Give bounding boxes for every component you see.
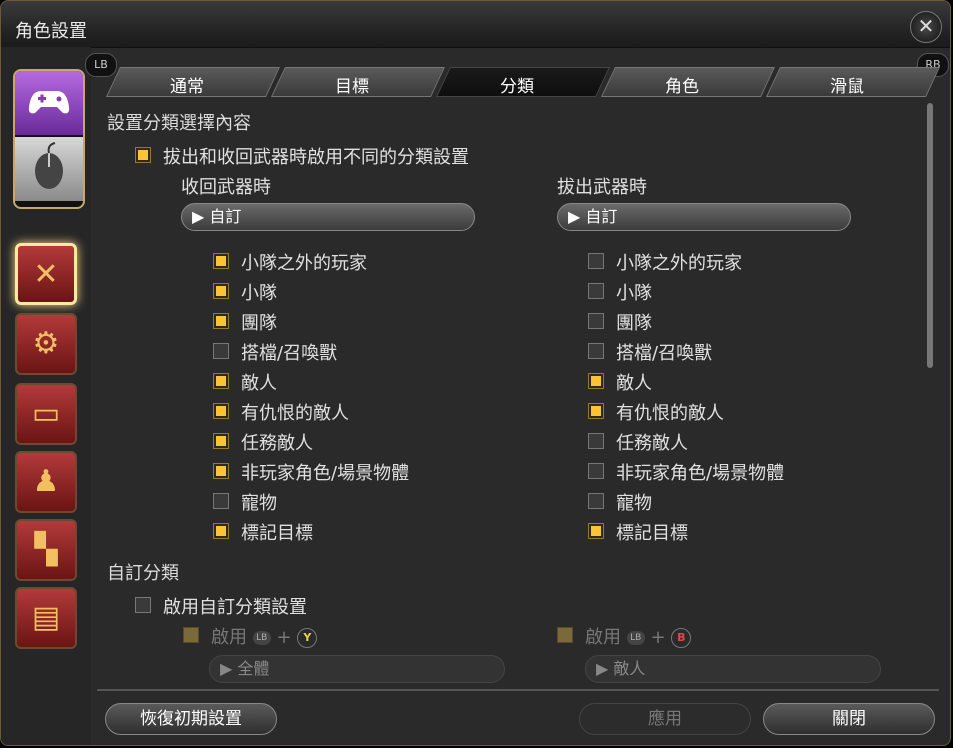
left-filter-checkbox[interactable] [213, 493, 229, 509]
right-filter-checkbox[interactable] [588, 523, 604, 539]
character-icon[interactable]: ♟ [15, 451, 77, 513]
left-filter-label: 有仇恨的敵人 [241, 403, 349, 424]
y-button-icon: Y [297, 628, 318, 648]
custom-right-label: 啟用 [585, 627, 621, 648]
left-filter-label: 標記目標 [241, 523, 313, 544]
left-filter-label: 搭檔/召喚獸 [241, 343, 338, 364]
left-filter-checkbox[interactable] [213, 313, 229, 329]
weapon-toggle-checkbox[interactable] [135, 147, 151, 163]
lb-mini-icon: LB [626, 631, 645, 645]
apply-button[interactable]: 應用 [579, 703, 751, 735]
custom-left-row: 啟用 LB + Y [211, 623, 318, 649]
mouse-icon[interactable] [15, 137, 83, 201]
tab-target-label: 目標 [335, 77, 369, 97]
right-filter-label: 有仇恨的敵人 [616, 403, 724, 424]
custom-filter-checkbox[interactable] [135, 597, 151, 613]
left-filter-checkbox[interactable] [213, 433, 229, 449]
tab-filter-label: 分類 [500, 77, 534, 97]
sheathed-dropdown[interactable]: ▶ 自訂 [181, 203, 475, 231]
plus-sign: + [650, 627, 666, 648]
crossed-arrows-icon[interactable]: ✕ [15, 243, 77, 305]
tab-character-label: 角色 [665, 77, 699, 97]
left-filter-checkbox[interactable] [213, 343, 229, 359]
close-icon[interactable]: ✕ [910, 11, 942, 43]
drawn-heading: 拔出武器時 [557, 177, 647, 198]
lb-mini-icon: LB [252, 631, 271, 645]
left-filter-checkbox[interactable] [213, 463, 229, 479]
gear-bag-icon[interactable]: ⚙ [15, 313, 77, 375]
left-filter-label: 敵人 [241, 373, 277, 394]
section-heading-filter: 設置分類選擇內容 [107, 113, 251, 134]
right-filter-checkbox[interactable] [588, 493, 604, 509]
checker-icon[interactable]: ▚ [15, 519, 77, 581]
custom-right-row: 啟用 LB + B [585, 623, 692, 649]
right-filter-checkbox[interactable] [588, 283, 604, 299]
custom-left-label: 啟用 [211, 627, 247, 648]
left-filter-checkbox[interactable] [213, 403, 229, 419]
drawn-dropdown[interactable]: ▶ 自訂 [557, 203, 851, 231]
right-filter-label: 搭檔/召喚獸 [616, 343, 713, 364]
custom-right-dropdown[interactable]: ▶ 敵人 [585, 655, 881, 683]
close-button[interactable]: 關閉 [763, 703, 935, 735]
window-title: 角色設置 [15, 21, 87, 42]
content-panel: 設置分類選擇內容 拔出和收回武器時啟用不同的分類設置 收回武器時 拔出武器時 ▶… [97, 99, 937, 689]
left-filter-checkbox[interactable] [213, 373, 229, 389]
reset-button[interactable]: 恢復初期設置 [105, 703, 277, 735]
right-filter-label: 標記目標 [616, 523, 688, 544]
right-filter-label: 非玩家角色/場景物體 [616, 463, 785, 484]
left-filter-checkbox[interactable] [213, 283, 229, 299]
right-filter-label: 小隊之外的玩家 [616, 253, 742, 274]
footer-divider [97, 689, 939, 691]
scrollbar[interactable] [927, 103, 933, 368]
tab-mouse-label: 滑鼠 [830, 77, 864, 97]
gamepad-icon[interactable] [15, 71, 83, 135]
sheathed-dropdown-value: 自訂 [209, 207, 242, 226]
right-filter-label: 小隊 [616, 283, 652, 304]
right-filter-checkbox[interactable] [588, 253, 604, 269]
left-filter-label: 小隊之外的玩家 [241, 253, 367, 274]
weapon-toggle-label: 拔出和收回武器時啟用不同的分類設置 [163, 147, 469, 168]
right-filter-label: 任務敵人 [616, 433, 688, 454]
right-filter-checkbox[interactable] [588, 403, 604, 419]
settings-window: 角色設置 ✕ ✕ ⚙ ▭ ♟ ▚ ▤ LB RB 通常 目標 分類 角色 滑鼠 … [0, 0, 951, 746]
right-filter-checkbox[interactable] [588, 373, 604, 389]
plus-sign: + [276, 627, 292, 648]
drawn-dropdown-value: 自訂 [585, 207, 618, 226]
card-icon[interactable]: ▭ [15, 383, 77, 445]
tab-general-label: 通常 [170, 77, 204, 97]
right-filter-label: 團隊 [616, 313, 652, 334]
left-filter-checkbox[interactable] [213, 523, 229, 539]
left-filter-label: 團隊 [241, 313, 277, 334]
custom-right-checkbox[interactable] [557, 627, 573, 643]
chat-icon[interactable]: ▤ [15, 587, 77, 649]
custom-left-checkbox[interactable] [183, 627, 199, 643]
custom-right-dropdown-value: 敵人 [613, 659, 646, 678]
sidebar: ✕ ⚙ ▭ ♟ ▚ ▤ [1, 47, 91, 745]
left-filter-label: 非玩家角色/場景物體 [241, 463, 410, 484]
custom-filter-label: 啟用自訂分類設置 [163, 597, 307, 618]
custom-left-dropdown-value: 全體 [237, 659, 270, 678]
left-filter-label: 小隊 [241, 283, 277, 304]
custom-left-dropdown[interactable]: ▶ 全體 [209, 655, 505, 683]
tab-bar: 通常 目標 分類 角色 滑鼠 [97, 59, 940, 99]
b-button-icon: B [671, 628, 692, 648]
right-filter-label: 寵物 [616, 493, 652, 514]
title-bar[interactable]: 角色設置 ✕ [1, 1, 950, 48]
device-toggle[interactable] [13, 69, 85, 209]
right-filter-checkbox[interactable] [588, 463, 604, 479]
left-filter-label: 任務敵人 [241, 433, 313, 454]
left-filter-label: 寵物 [241, 493, 277, 514]
left-filter-checkbox[interactable] [213, 253, 229, 269]
right-filter-label: 敵人 [616, 373, 652, 394]
right-filter-checkbox[interactable] [588, 433, 604, 449]
sheathed-heading: 收回武器時 [181, 177, 271, 198]
right-filter-checkbox[interactable] [588, 313, 604, 329]
right-filter-checkbox[interactable] [588, 343, 604, 359]
section-heading-custom: 自訂分類 [107, 563, 179, 584]
